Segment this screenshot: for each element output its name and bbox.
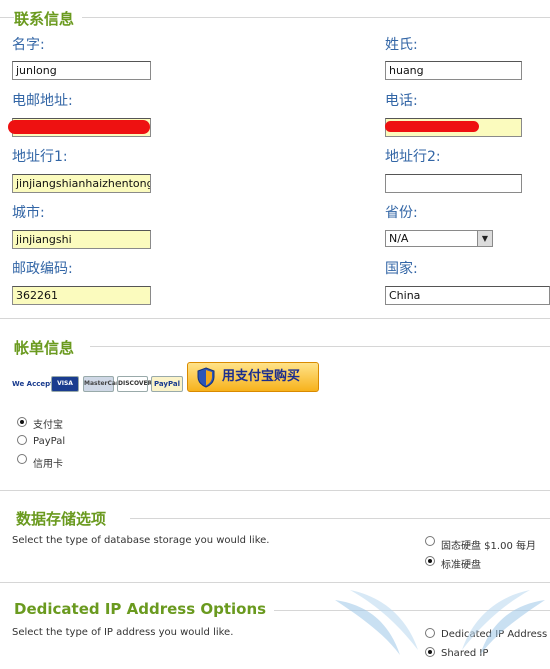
address1-field[interactable]: jinjiangshianhaizhentonglin <box>12 174 151 193</box>
contact-section-line <box>0 17 550 18</box>
phone-label: 电话: <box>385 93 418 109</box>
billing-section-title: 帐单信息 <box>14 337 83 358</box>
payment-credit-card-label: 信用卡 <box>33 459 63 470</box>
ip-section-title: Dedicated IP Address Options <box>14 600 275 618</box>
surname-field[interactable]: huang <box>385 61 522 80</box>
storage-standard-radio[interactable] <box>425 556 435 566</box>
we-accept-label: We Accept <box>12 380 54 388</box>
ip-description: Select the type of IP address you would … <box>12 627 234 638</box>
payment-paypal-radio[interactable] <box>17 435 27 445</box>
billing-section-line <box>0 318 550 319</box>
shield-icon <box>197 367 215 388</box>
name-label: 名字: <box>12 37 45 53</box>
ip-dedicated-radio[interactable] <box>425 628 435 638</box>
storage-ssd-label: 固态硬盘 $1.00 每月 <box>441 541 536 552</box>
email-label: 电邮地址: <box>12 93 73 109</box>
storage-description: Select the type of database storage you … <box>12 535 270 546</box>
province-value: N/A <box>389 232 409 245</box>
payment-credit-card-radio[interactable] <box>17 454 27 464</box>
visa-card-icon: VISA <box>51 376 79 392</box>
province-label: 省份: <box>385 205 418 221</box>
country-field[interactable]: China <box>385 286 550 305</box>
ip-section-line <box>0 582 550 583</box>
address1-label: 地址行1: <box>12 149 68 165</box>
phone-redaction <box>385 121 479 132</box>
address2-field[interactable] <box>385 174 522 193</box>
storage-standard-label: 标准硬盘 <box>441 560 481 571</box>
email-redaction <box>8 120 150 134</box>
mastercard-icon: MasterCard <box>83 376 123 392</box>
ip-shared-label: Shared IP <box>441 648 489 659</box>
postal-field[interactable]: 362261 <box>12 286 151 305</box>
payment-paypal-label: PayPal <box>33 436 66 447</box>
chevron-down-icon[interactable]: ▼ <box>477 231 492 246</box>
alipay-buy-label: 用支付宝购买 <box>222 369 301 384</box>
storage-ssd-radio[interactable] <box>425 536 435 546</box>
discover-card-icon: DISCOVER <box>117 376 152 392</box>
contact-section-title: 联系信息 <box>14 8 83 29</box>
surname-label: 姓氏: <box>385 37 418 53</box>
watermark-wings-icon <box>335 590 545 655</box>
city-label: 城市: <box>12 205 45 221</box>
province-select[interactable]: N/A ▼ <box>385 230 493 247</box>
ip-shared-radio[interactable] <box>425 647 435 657</box>
postal-label: 邮政编码: <box>12 261 73 277</box>
billing-title-line <box>90 346 550 347</box>
payment-alipay-radio[interactable] <box>17 417 27 427</box>
address2-label: 地址行2: <box>385 149 441 165</box>
city-field[interactable]: jinjiangshi <box>12 230 151 249</box>
name-field[interactable]: junlong <box>12 61 151 80</box>
alipay-buy-button[interactable]: 用支付宝购买 <box>187 362 319 392</box>
ip-dedicated-label: Dedicated IP Address <box>441 629 548 640</box>
storage-section-line <box>0 490 550 491</box>
paypal-card-icon: PayPal <box>151 376 183 392</box>
payment-alipay-label: 支付宝 <box>33 420 63 431</box>
country-label: 国家: <box>385 261 418 277</box>
ip-title-line <box>250 610 550 611</box>
storage-section-title: 数据存储选项 <box>16 508 115 529</box>
storage-title-line <box>130 518 550 519</box>
